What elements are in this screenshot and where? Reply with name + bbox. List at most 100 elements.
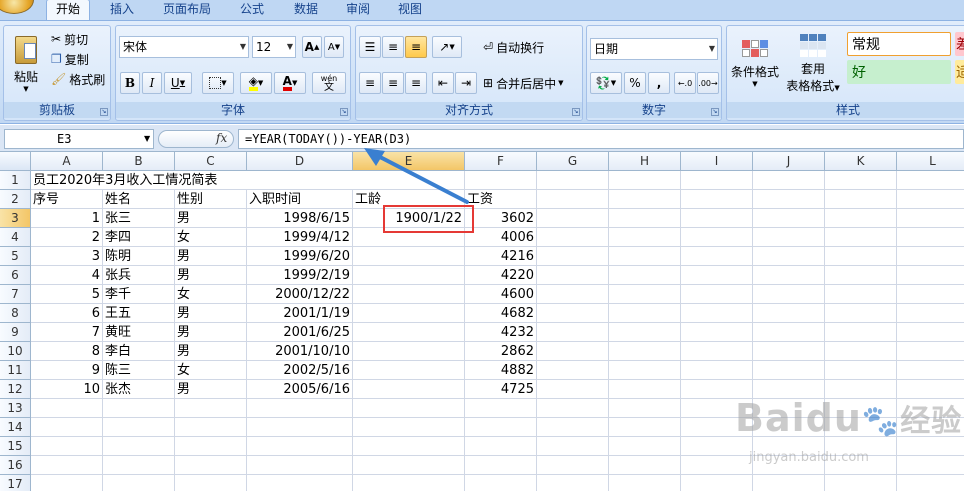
align-center-button[interactable]: ≡ bbox=[382, 72, 404, 94]
fill-color-button[interactable]: ◈ ▼ bbox=[240, 72, 272, 94]
table-cell[interactable] bbox=[681, 209, 753, 228]
tab-data[interactable]: 数据 bbox=[284, 0, 328, 20]
table-cell[interactable]: 1 bbox=[31, 209, 103, 228]
table-cell[interactable] bbox=[31, 475, 103, 491]
tab-insert[interactable]: 插入 bbox=[100, 0, 144, 20]
column-header[interactable]: F bbox=[465, 152, 537, 171]
table-cell[interactable] bbox=[753, 266, 825, 285]
column-header[interactable]: G bbox=[537, 152, 609, 171]
table-cell[interactable]: 3 bbox=[31, 247, 103, 266]
row-header[interactable]: 1 bbox=[0, 171, 31, 190]
table-cell[interactable]: 4216 bbox=[465, 247, 537, 266]
table-cell[interactable] bbox=[609, 285, 681, 304]
table-cell[interactable] bbox=[609, 171, 681, 190]
style-normal[interactable]: 常规 bbox=[847, 32, 951, 56]
table-cell[interactable] bbox=[609, 475, 681, 491]
table-cell[interactable]: 1999/2/19 bbox=[247, 266, 353, 285]
formula-input[interactable]: =YEAR(TODAY())-YEAR(D3) bbox=[238, 129, 964, 149]
table-cell[interactable]: 女 bbox=[175, 285, 247, 304]
table-cell[interactable] bbox=[537, 247, 609, 266]
number-format-select[interactable]: 日期 ▼ bbox=[590, 38, 718, 60]
number-launcher-icon[interactable]: ↘ bbox=[711, 108, 719, 116]
table-cell[interactable] bbox=[537, 266, 609, 285]
column-header[interactable]: I bbox=[681, 152, 753, 171]
table-cell[interactable] bbox=[353, 304, 465, 323]
table-cell[interactable] bbox=[537, 228, 609, 247]
format-as-table-button[interactable]: 套用 表格格式▼ bbox=[783, 30, 843, 98]
table-cell[interactable] bbox=[753, 171, 825, 190]
table-cell[interactable] bbox=[681, 266, 753, 285]
table-cell[interactable] bbox=[537, 399, 609, 418]
table-cell[interactable] bbox=[537, 361, 609, 380]
table-cell[interactable] bbox=[103, 437, 175, 456]
table-cell[interactable] bbox=[825, 190, 897, 209]
table-cell[interactable] bbox=[753, 190, 825, 209]
table-cell[interactable] bbox=[353, 323, 465, 342]
table-cell[interactable] bbox=[681, 475, 753, 491]
table-cell[interactable] bbox=[825, 380, 897, 399]
style-neutral[interactable]: 适 bbox=[955, 60, 964, 84]
table-cell[interactable] bbox=[537, 418, 609, 437]
column-header[interactable]: H bbox=[609, 152, 681, 171]
table-cell[interactable] bbox=[465, 171, 537, 190]
table-cell[interactable] bbox=[609, 304, 681, 323]
table-cell[interactable]: 性别 bbox=[175, 190, 247, 209]
table-cell[interactable]: 4232 bbox=[465, 323, 537, 342]
table-cell[interactable] bbox=[681, 418, 753, 437]
bold-button[interactable]: B bbox=[120, 72, 140, 94]
select-all-corner[interactable] bbox=[0, 152, 31, 171]
table-cell[interactable] bbox=[681, 437, 753, 456]
table-cell[interactable] bbox=[681, 456, 753, 475]
table-cell[interactable] bbox=[897, 418, 964, 437]
table-cell[interactable] bbox=[353, 475, 465, 491]
table-cell[interactable] bbox=[753, 418, 825, 437]
table-cell[interactable] bbox=[825, 361, 897, 380]
increase-decimal-button[interactable]: ←.0 bbox=[674, 72, 696, 94]
table-cell[interactable]: 2862 bbox=[465, 342, 537, 361]
table-cell[interactable] bbox=[681, 190, 753, 209]
table-cell[interactable] bbox=[609, 209, 681, 228]
align-right-button[interactable]: ≡ bbox=[405, 72, 427, 94]
table-cell[interactable] bbox=[897, 380, 964, 399]
table-cell[interactable]: 入职时间 bbox=[247, 190, 353, 209]
table-cell[interactable]: 2001/1/19 bbox=[247, 304, 353, 323]
table-cell[interactable]: 男 bbox=[175, 304, 247, 323]
table-cell[interactable] bbox=[353, 399, 465, 418]
table-cell[interactable]: 男 bbox=[175, 323, 247, 342]
row-header[interactable]: 11 bbox=[0, 361, 31, 380]
table-cell[interactable] bbox=[353, 342, 465, 361]
conditional-formatting-button[interactable]: 条件格式 ▼ bbox=[729, 30, 781, 98]
table-cell[interactable] bbox=[825, 266, 897, 285]
decrease-indent-button[interactable]: ⇤ bbox=[432, 72, 454, 94]
table-cell[interactable] bbox=[175, 171, 247, 190]
table-cell[interactable] bbox=[247, 456, 353, 475]
table-cell[interactable] bbox=[753, 323, 825, 342]
table-cell[interactable]: 2001/6/25 bbox=[247, 323, 353, 342]
table-cell[interactable] bbox=[681, 228, 753, 247]
table-cell[interactable] bbox=[897, 361, 964, 380]
table-cell[interactable] bbox=[465, 456, 537, 475]
table-cell[interactable] bbox=[753, 437, 825, 456]
table-cell[interactable] bbox=[753, 361, 825, 380]
cut-button[interactable]: ✂ 剪切 bbox=[50, 30, 108, 48]
table-cell[interactable]: 2000/12/22 bbox=[247, 285, 353, 304]
table-cell[interactable] bbox=[609, 266, 681, 285]
table-cell[interactable]: 男 bbox=[175, 342, 247, 361]
row-header[interactable]: 8 bbox=[0, 304, 31, 323]
row-header[interactable]: 3 bbox=[0, 209, 31, 228]
table-cell[interactable]: 张兵 bbox=[103, 266, 175, 285]
table-cell[interactable]: 工资 bbox=[465, 190, 537, 209]
row-header[interactable]: 17 bbox=[0, 475, 31, 491]
table-cell[interactable] bbox=[609, 437, 681, 456]
table-cell[interactable] bbox=[897, 266, 964, 285]
table-cell[interactable]: 1999/4/12 bbox=[247, 228, 353, 247]
chevron-down-icon[interactable]: ▼ bbox=[144, 134, 150, 143]
table-cell[interactable] bbox=[465, 399, 537, 418]
table-cell[interactable] bbox=[103, 171, 175, 190]
row-header[interactable]: 6 bbox=[0, 266, 31, 285]
align-left-button[interactable]: ≡ bbox=[359, 72, 381, 94]
table-cell[interactable] bbox=[753, 399, 825, 418]
table-cell[interactable] bbox=[609, 323, 681, 342]
table-cell[interactable] bbox=[537, 323, 609, 342]
tab-formulas[interactable]: 公式 bbox=[230, 0, 274, 20]
